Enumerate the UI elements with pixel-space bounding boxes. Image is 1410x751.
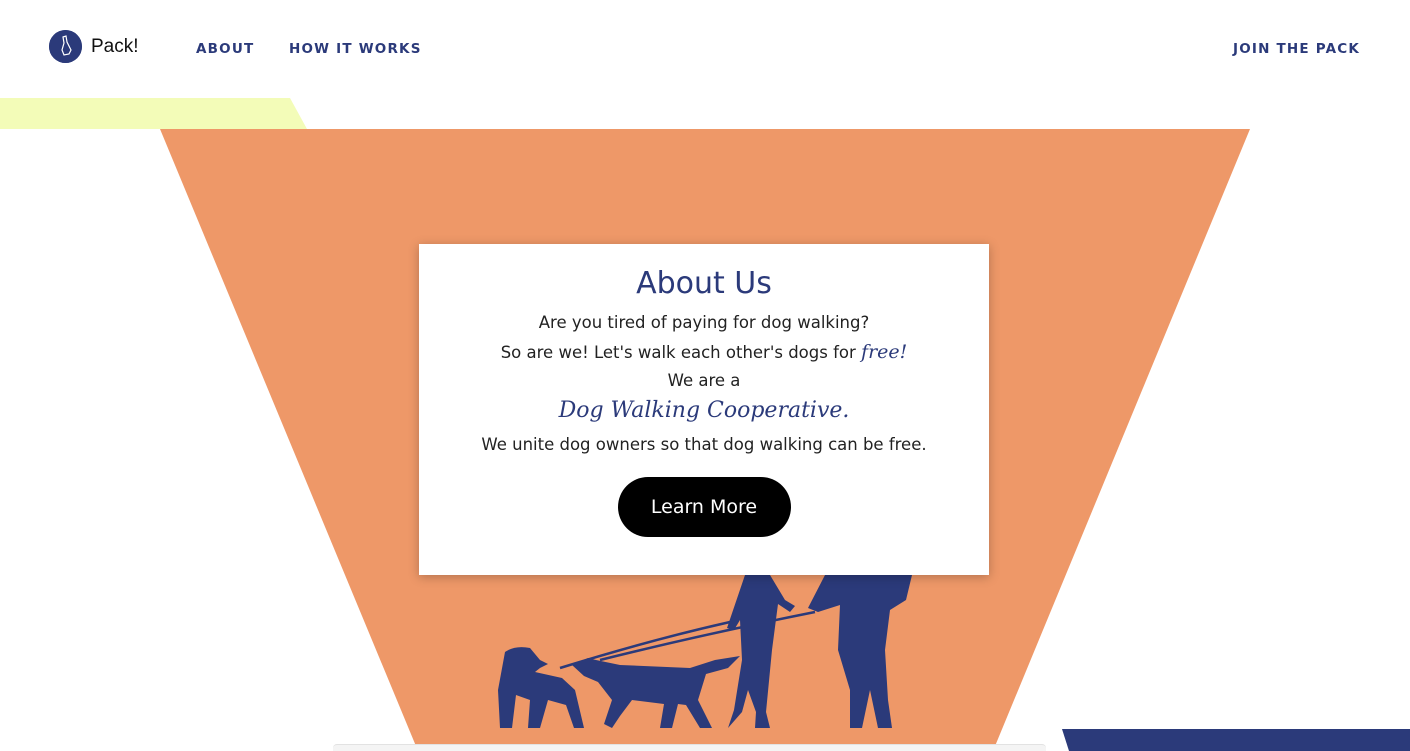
dog-head-logo-icon bbox=[49, 30, 82, 63]
brand-name: Pack! bbox=[91, 35, 139, 57]
about-question: Are you tired of paying for dog walking? bbox=[538, 313, 870, 332]
brand-logo[interactable]: Pack! bbox=[49, 30, 139, 63]
yellow-stripe bbox=[0, 98, 307, 129]
about-title: About Us bbox=[636, 266, 772, 301]
about-free-line: So are we! Let's walk each other's dogs … bbox=[419, 341, 989, 363]
bottom-panel-edge bbox=[333, 744, 1046, 751]
about-card: About Us Are you tired of paying for dog… bbox=[419, 244, 989, 575]
site-header: Pack! ABOUT HOW IT WORKS JOIN THE PACK bbox=[0, 0, 1410, 98]
learn-more-button[interactable]: Learn More bbox=[617, 477, 791, 537]
nav-join-the-pack-link[interactable]: JOIN THE PACK bbox=[1233, 41, 1360, 57]
nav-how-it-works-link[interactable]: HOW IT WORKS bbox=[289, 41, 422, 57]
about-we-are: We are a bbox=[667, 371, 741, 390]
cooperative-tagline: Dog Walking Cooperative. bbox=[558, 398, 850, 423]
free-emphasis: free! bbox=[861, 341, 908, 363]
nav-about-link[interactable]: ABOUT bbox=[196, 41, 254, 57]
navy-corner bbox=[1062, 729, 1410, 751]
about-mission: We unite dog owners so that dog walking … bbox=[481, 435, 927, 454]
about-free-text: So are we! Let's walk each other's dogs … bbox=[500, 343, 862, 362]
